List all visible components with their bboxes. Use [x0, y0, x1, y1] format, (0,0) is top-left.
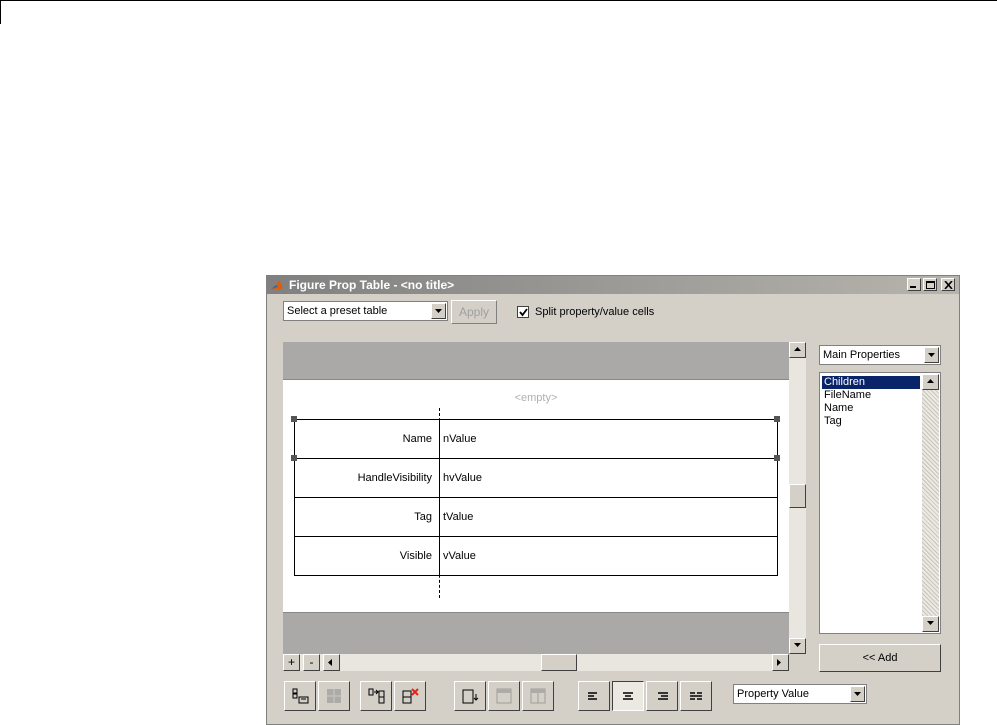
chevron-down-icon: [928, 353, 935, 357]
table-property-cell[interactable]: HandleVisibility: [295, 459, 436, 497]
scroll-up-button[interactable]: [789, 342, 806, 358]
cell-mode-select[interactable]: Property Value: [733, 684, 867, 704]
canvas-horizontal-scrollbar[interactable]: + -: [283, 654, 789, 671]
scroll-down-button[interactable]: [789, 638, 806, 654]
distribute-icon: [690, 692, 702, 700]
insert-column-button[interactable]: [360, 681, 392, 711]
chevron-down-icon: [435, 309, 442, 313]
delete-row-icon: [402, 688, 419, 704]
selection-handle[interactable]: [774, 416, 780, 422]
zoom-in-button[interactable]: +: [283, 654, 300, 671]
table-column-line: [439, 419, 440, 576]
arrow-down-icon: [794, 643, 801, 647]
canvas-vertical-scrollbar[interactable]: [789, 342, 806, 654]
preset-table-select[interactable]: Select a preset table: [283, 301, 448, 321]
table-row[interactable]: HandleVisibility hvValue: [295, 459, 777, 498]
table-footer-icon: [530, 688, 546, 704]
canvas-bottom-band: [283, 612, 789, 654]
maximize-button[interactable]: [923, 278, 937, 291]
list-scrollbar[interactable]: [922, 374, 939, 632]
cell-mode-value: Property Value: [737, 688, 809, 700]
table-property-cell[interactable]: Name: [295, 420, 436, 458]
align-right-button[interactable]: [646, 681, 678, 711]
arrow-up-icon: [927, 379, 934, 383]
table-canvas[interactable]: <empty> Name nValue HandleVisibility hvV…: [283, 342, 789, 654]
scroll-left-button[interactable]: [323, 654, 340, 671]
split-vertical-icon: [462, 689, 479, 704]
selection-handle[interactable]: [291, 416, 297, 422]
table-footer-button[interactable]: [522, 681, 554, 711]
insert-row-icon: [292, 688, 309, 704]
align-center-button[interactable]: [612, 681, 644, 711]
split-vertical-button[interactable]: [454, 681, 486, 711]
table-value-cell[interactable]: tValue: [443, 498, 473, 536]
vertical-scroll-thumb[interactable]: [789, 484, 806, 508]
table-value-cell[interactable]: nValue: [443, 420, 476, 458]
align-left-button[interactable]: [578, 681, 610, 711]
window-title: Figure Prop Table - <no title>: [289, 278, 455, 292]
preset-select-value: Select a preset table: [287, 305, 388, 317]
list-item[interactable]: FileName: [822, 389, 920, 402]
align-left-icon: [588, 692, 597, 700]
align-center-icon: [623, 692, 633, 700]
title-bar[interactable]: Figure Prop Table - <no title>: [267, 276, 959, 294]
add-property-button[interactable]: << Add: [819, 644, 941, 672]
arrow-down-icon: [927, 621, 934, 625]
empty-placeholder: <empty>: [514, 392, 558, 404]
insert-row-button[interactable]: [284, 681, 316, 711]
arrow-left-icon: [328, 659, 332, 666]
canvas-top-band: [283, 342, 789, 380]
list-scroll-down-button[interactable]: [922, 616, 939, 632]
horizontal-scroll-thumb[interactable]: [541, 654, 577, 671]
delete-row-button[interactable]: [394, 681, 426, 711]
selection-handle[interactable]: [774, 455, 780, 461]
align-right-icon: [658, 692, 668, 700]
table-property-cell[interactable]: Tag: [295, 498, 436, 536]
property-table[interactable]: Name nValue HandleVisibility hvValue Tag…: [294, 419, 778, 576]
list-item[interactable]: Name: [822, 402, 920, 415]
table-row[interactable]: Tag tValue: [295, 498, 777, 537]
cell-mode-dropdown-button[interactable]: [850, 686, 865, 702]
list-item[interactable]: Tag: [822, 415, 920, 428]
property-list[interactable]: Children FileName Name Tag: [819, 372, 941, 634]
close-button[interactable]: [941, 278, 955, 291]
split-cells-checkbox[interactable]: [517, 306, 529, 318]
merge-cells-button[interactable]: [318, 681, 350, 711]
apply-button[interactable]: Apply: [451, 300, 497, 324]
list-scroll-up-button[interactable]: [922, 374, 939, 390]
selection-handle[interactable]: [291, 455, 297, 461]
category-dropdown-button[interactable]: [924, 347, 939, 363]
matlab-logo-icon: [271, 280, 283, 290]
property-category-select[interactable]: Main Properties: [819, 345, 941, 365]
zoom-out-button[interactable]: -: [303, 654, 320, 671]
table-property-cell[interactable]: Visible: [295, 537, 436, 575]
table-row[interactable]: Visible vValue: [295, 537, 777, 576]
merge-cells-icon: [327, 689, 341, 703]
table-header-button[interactable]: [488, 681, 520, 711]
table-row[interactable]: Name nValue: [295, 420, 777, 459]
table-value-cell[interactable]: vValue: [443, 537, 476, 575]
page-left-tick: [0, 0, 1, 24]
page-top-rule: [0, 0, 997, 1]
insert-column-icon: [368, 688, 385, 704]
figure-prop-table-window: Figure Prop Table - <no title> Select a …: [266, 275, 960, 725]
table-header-icon: [496, 688, 512, 704]
preset-dropdown-button[interactable]: [431, 303, 446, 319]
close-icon: [944, 281, 953, 289]
maximize-icon: [926, 281, 935, 289]
chevron-down-icon: [854, 692, 861, 696]
list-item[interactable]: Children: [822, 376, 920, 389]
split-cells-label: Split property/value cells: [535, 306, 655, 318]
category-select-value: Main Properties: [823, 349, 901, 361]
arrow-up-icon: [794, 347, 801, 351]
minimize-button[interactable]: [907, 278, 921, 291]
checkmark-icon: [519, 308, 528, 317]
table-value-cell[interactable]: hvValue: [443, 459, 482, 497]
arrow-right-icon: [777, 659, 781, 666]
distribute-button[interactable]: [680, 681, 712, 711]
minimize-icon: [910, 286, 916, 288]
scroll-right-button[interactable]: [772, 654, 789, 671]
